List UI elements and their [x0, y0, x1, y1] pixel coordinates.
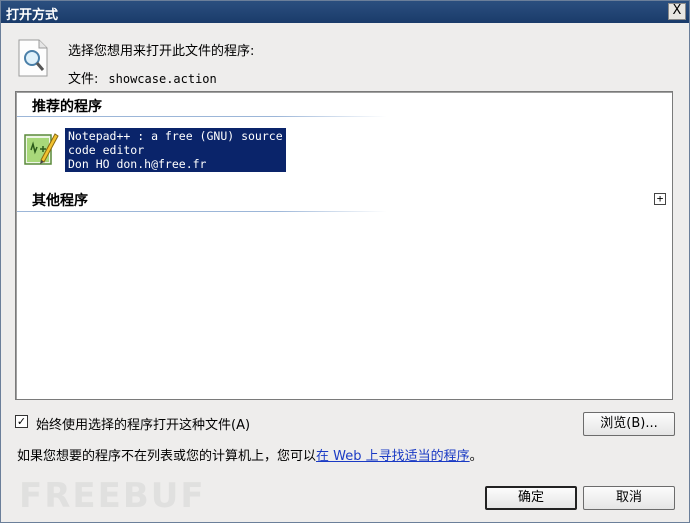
ok-button[interactable]: 确定 [485, 486, 577, 510]
browse-button[interactable]: 浏览(B)... [583, 412, 675, 436]
close-button[interactable]: X [668, 3, 686, 20]
info-text: 如果您想要的程序不在列表或您的计算机上，您可以在 Web 上寻找适当的程序。 [17, 445, 483, 464]
watermark-text: FREEBUF [19, 476, 206, 515]
header-divider [17, 116, 387, 117]
always-use-checkbox[interactable]: ✓ [15, 415, 28, 428]
prompt-text: 选择您想用来打开此文件的程序: [68, 44, 255, 59]
file-search-icon [18, 39, 48, 77]
recommended-programs-header: 推荐的程序 [32, 99, 102, 115]
expand-other-programs-button[interactable]: + [654, 193, 666, 205]
open-with-dialog: 打开方式 X 选择您想用来打开此文件的程序: 文件: showcase.actio… [0, 0, 690, 523]
cancel-button[interactable]: 取消 [583, 486, 675, 510]
program-description[interactable]: Notepad++ : a free (GNU) source code edi… [65, 128, 286, 172]
file-label: 文件: [68, 72, 99, 87]
program-desc-line: code editor [68, 143, 145, 157]
program-author-line: Don HO don.h@free.fr [68, 157, 207, 171]
other-programs-header: 其他程序 [32, 193, 88, 209]
window-title: 打开方式 [6, 8, 59, 23]
file-name: showcase.action [108, 72, 217, 86]
program-item-notepadplusplus[interactable]: Notepad++ : a free (GNU) source code edi… [22, 126, 312, 174]
freebuf-watermark: FREEBUF [19, 476, 206, 515]
program-listbox[interactable]: 推荐的程序 Notepad++ : a free (GNU) source co… [15, 91, 673, 400]
find-on-web-link[interactable]: 在 Web 上寻找适当的程序 [316, 449, 470, 464]
header-divider [17, 211, 387, 212]
program-name-line: Notepad++ : a free (GNU) source [68, 129, 283, 143]
title-bar[interactable]: 打开方式 X [1, 1, 689, 23]
file-row: 文件: showcase.action [68, 68, 217, 87]
always-use-label[interactable]: 始终使用选择的程序打开这种文件(A) [36, 414, 250, 433]
info-text-after: 。 [469, 449, 483, 464]
info-text-before: 如果您想要的程序不在列表或您的计算机上，您可以 [17, 449, 317, 464]
notepadplusplus-icon [24, 133, 59, 165]
